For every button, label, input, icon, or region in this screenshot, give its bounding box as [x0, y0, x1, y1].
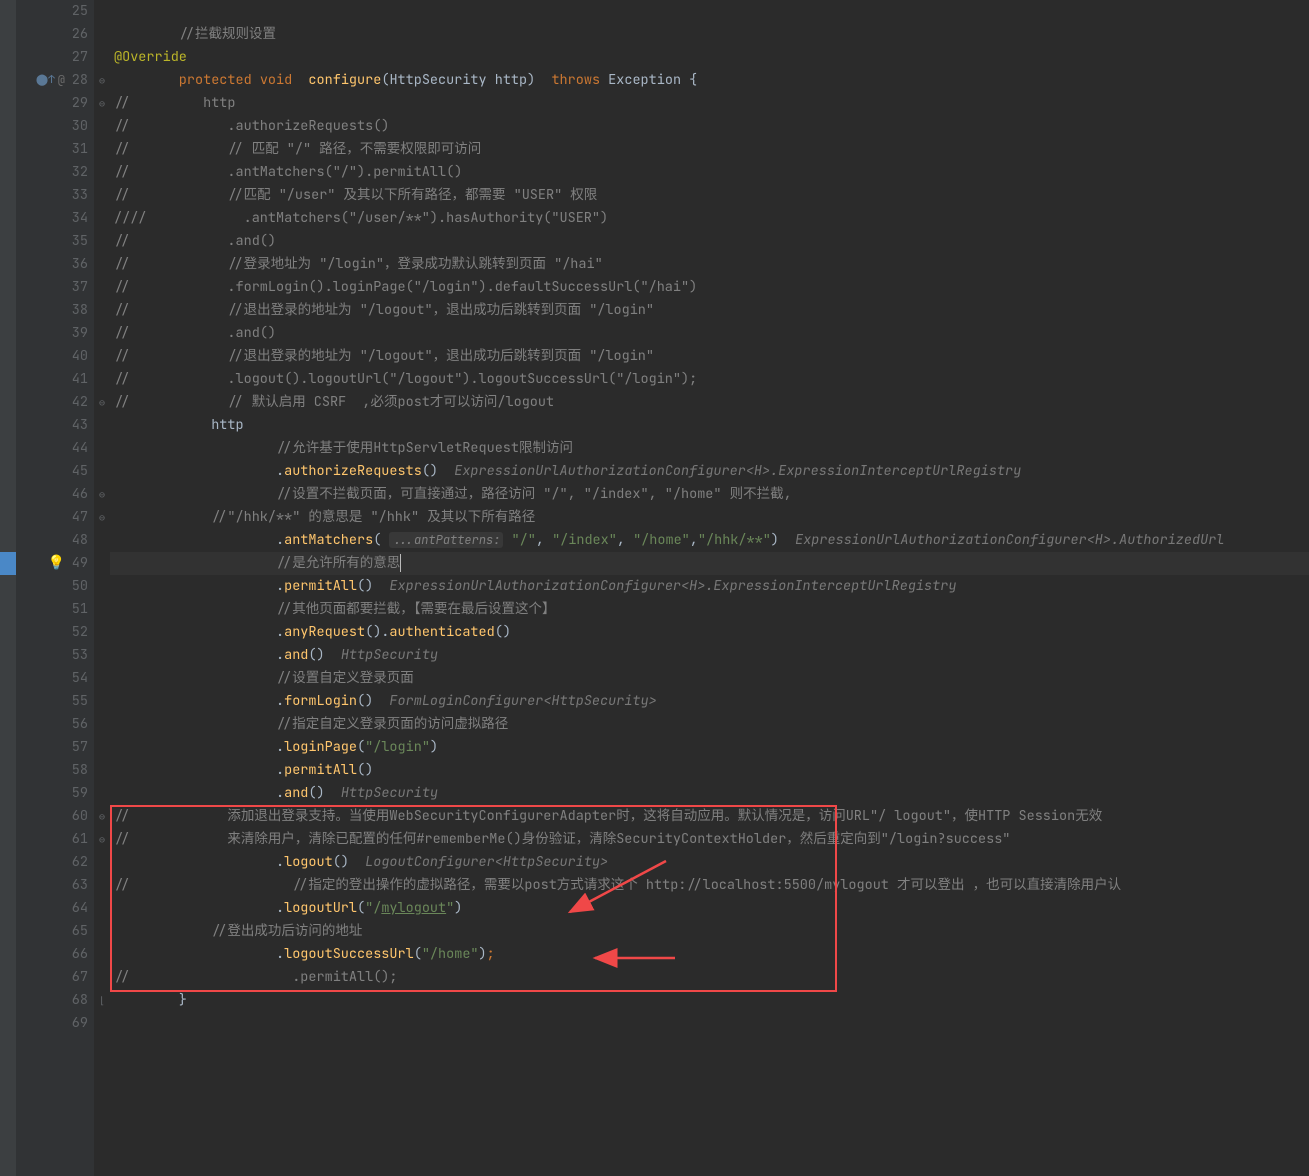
code-line[interactable]: [110, 0, 1309, 23]
code-line[interactable]: // 来清除用户，清除已配置的任何#rememberMe()身份验证，清除Sec…: [110, 828, 1309, 851]
code-line[interactable]: // //指定的登出操作的虚拟路径，需要以post方式请求这个 http://l…: [110, 874, 1309, 897]
intention-bulb-icon[interactable]: 💡: [48, 552, 65, 575]
line-number[interactable]: 32: [16, 161, 88, 184]
marker-bar: [0, 0, 16, 1176]
line-number[interactable]: 66: [16, 943, 88, 966]
line-number[interactable]: 50: [16, 575, 88, 598]
code-line[interactable]: .authorizeRequests() ExpressionUrlAuthor…: [110, 460, 1309, 483]
code-line[interactable]: // .logout().logoutUrl("/logout").logout…: [110, 368, 1309, 391]
line-number[interactable]: 47: [16, 506, 88, 529]
line-number[interactable]: 67: [16, 966, 88, 989]
code-line[interactable]: .and() HttpSecurity: [110, 644, 1309, 667]
code-line[interactable]: // //登录地址为 "/login"，登录成功默认跳转到页面 "/hai": [110, 253, 1309, 276]
line-number[interactable]: 53: [16, 644, 88, 667]
code-area[interactable]: //拦截规则设置@Override protected void configu…: [110, 0, 1309, 1176]
code-line[interactable]: // .and(): [110, 230, 1309, 253]
line-number[interactable]: 55: [16, 690, 88, 713]
line-number[interactable]: 62: [16, 851, 88, 874]
code-line[interactable]: // .and(): [110, 322, 1309, 345]
line-number[interactable]: 57: [16, 736, 88, 759]
line-number[interactable]: 40: [16, 345, 88, 368]
line-number[interactable]: 51: [16, 598, 88, 621]
line-number[interactable]: 29: [16, 92, 88, 115]
line-number[interactable]: 34: [16, 207, 88, 230]
line-number[interactable]: 42: [16, 391, 88, 414]
line-number[interactable]: 69: [16, 1012, 88, 1035]
line-number[interactable]: [16, 1035, 88, 1058]
line-number[interactable]: 26: [16, 23, 88, 46]
code-line[interactable]: // .antMatchers("/").permitAll(): [110, 161, 1309, 184]
code-line[interactable]: .antMatchers( ...antPatterns: "/", "/ind…: [110, 529, 1309, 552]
line-number[interactable]: 48: [16, 529, 88, 552]
code-line[interactable]: //// .antMatchers("/user/**").hasAuthori…: [110, 207, 1309, 230]
code-line[interactable]: .logoutSuccessUrl("/home");: [110, 943, 1309, 966]
code-line[interactable]: protected void configure(HttpSecurity ht…: [110, 69, 1309, 92]
code-line[interactable]: // .permitAll();: [110, 966, 1309, 989]
line-number[interactable]: 31: [16, 138, 88, 161]
code-line[interactable]: .logoutUrl("/mylogout"): [110, 897, 1309, 920]
line-number[interactable]: 46: [16, 483, 88, 506]
code-line[interactable]: .permitAll() ExpressionUrlAuthorizationC…: [110, 575, 1309, 598]
code-line[interactable]: .permitAll(): [110, 759, 1309, 782]
line-number[interactable]: 💡49: [16, 552, 88, 575]
line-number[interactable]: 30: [16, 115, 88, 138]
code-editor: 252627⬤↑@2829303132333435363738394041424…: [0, 0, 1309, 1176]
line-number[interactable]: 54: [16, 667, 88, 690]
code-line[interactable]: .logout() LogoutConfigurer<HttpSecurity>: [110, 851, 1309, 874]
line-number[interactable]: ⬤↑@28: [16, 69, 88, 92]
code-line[interactable]: // // 匹配 "/" 路径，不需要权限即可访问: [110, 138, 1309, 161]
code-line[interactable]: [110, 1012, 1309, 1035]
line-number[interactable]: 39: [16, 322, 88, 345]
code-line[interactable]: // //退出登录的地址为 "/logout"，退出成功后跳转到页面 "/log…: [110, 299, 1309, 322]
code-line[interactable]: .anyRequest().authenticated(): [110, 621, 1309, 644]
code-line[interactable]: .and() HttpSecurity: [110, 782, 1309, 805]
code-line[interactable]: // //退出登录的地址为 "/logout"，退出成功后跳转到页面 "/log…: [110, 345, 1309, 368]
line-number[interactable]: 58: [16, 759, 88, 782]
line-number[interactable]: 63: [16, 874, 88, 897]
code-line[interactable]: // // 默认启用 CSRF ,必须post才可以访问/logout: [110, 391, 1309, 414]
line-number[interactable]: 45: [16, 460, 88, 483]
code-line[interactable]: http: [110, 414, 1309, 437]
line-number[interactable]: 68: [16, 989, 88, 1012]
line-number[interactable]: 59: [16, 782, 88, 805]
code-line[interactable]: //登出成功后访问的地址: [110, 920, 1309, 943]
line-number[interactable]: 52: [16, 621, 88, 644]
code-line[interactable]: //指定自定义登录页面的访问虚拟路径: [110, 713, 1309, 736]
line-number[interactable]: 27: [16, 46, 88, 69]
code-line[interactable]: .formLogin() FormLoginConfigurer<HttpSec…: [110, 690, 1309, 713]
code-line[interactable]: //设置不拦截页面，可直接通过，路径访问 "/", "/index", "/ho…: [110, 483, 1309, 506]
line-number[interactable]: 60: [16, 805, 88, 828]
line-number[interactable]: 43: [16, 414, 88, 437]
code-line[interactable]: //其他页面都要拦截，【需要在最后设置这个】: [110, 598, 1309, 621]
line-number[interactable]: 35: [16, 230, 88, 253]
gutter[interactable]: 252627⬤↑@2829303132333435363738394041424…: [16, 0, 94, 1176]
code-line[interactable]: // http: [110, 92, 1309, 115]
fold-column[interactable]: ⊖⊖⊖⊖⊖⊖⊖⌊: [94, 0, 110, 1176]
code-line[interactable]: }: [110, 989, 1309, 1012]
line-number[interactable]: 64: [16, 897, 88, 920]
code-line[interactable]: // .formLogin().loginPage("/login").defa…: [110, 276, 1309, 299]
line-number[interactable]: 41: [16, 368, 88, 391]
line-number[interactable]: 61: [16, 828, 88, 851]
line-number[interactable]: 37: [16, 276, 88, 299]
code-line[interactable]: // .authorizeRequests(): [110, 115, 1309, 138]
code-line[interactable]: [110, 1035, 1309, 1058]
line-number[interactable]: 36: [16, 253, 88, 276]
code-line[interactable]: .loginPage("/login"): [110, 736, 1309, 759]
code-line[interactable]: //允许基于使用HttpServletRequest限制访问: [110, 437, 1309, 460]
line-number[interactable]: 65: [16, 920, 88, 943]
code-line[interactable]: //"/hhk/**" 的意思是 "/hhk" 及其以下所有路径: [110, 506, 1309, 529]
code-line[interactable]: //是允许所有的意思: [110, 552, 1309, 575]
line-number[interactable]: 33: [16, 184, 88, 207]
line-number[interactable]: 38: [16, 299, 88, 322]
line-number[interactable]: 56: [16, 713, 88, 736]
line-number[interactable]: 25: [16, 0, 88, 23]
line-number[interactable]: 44: [16, 437, 88, 460]
code-line[interactable]: @Override: [110, 46, 1309, 69]
code-line[interactable]: //拦截规则设置: [110, 23, 1309, 46]
code-line[interactable]: //设置自定义登录页面: [110, 667, 1309, 690]
code-line[interactable]: // 添加退出登录支持。当使用WebSecurityConfigurerAdap…: [110, 805, 1309, 828]
code-line[interactable]: // //匹配 "/user" 及其以下所有路径，都需要 "USER" 权限: [110, 184, 1309, 207]
